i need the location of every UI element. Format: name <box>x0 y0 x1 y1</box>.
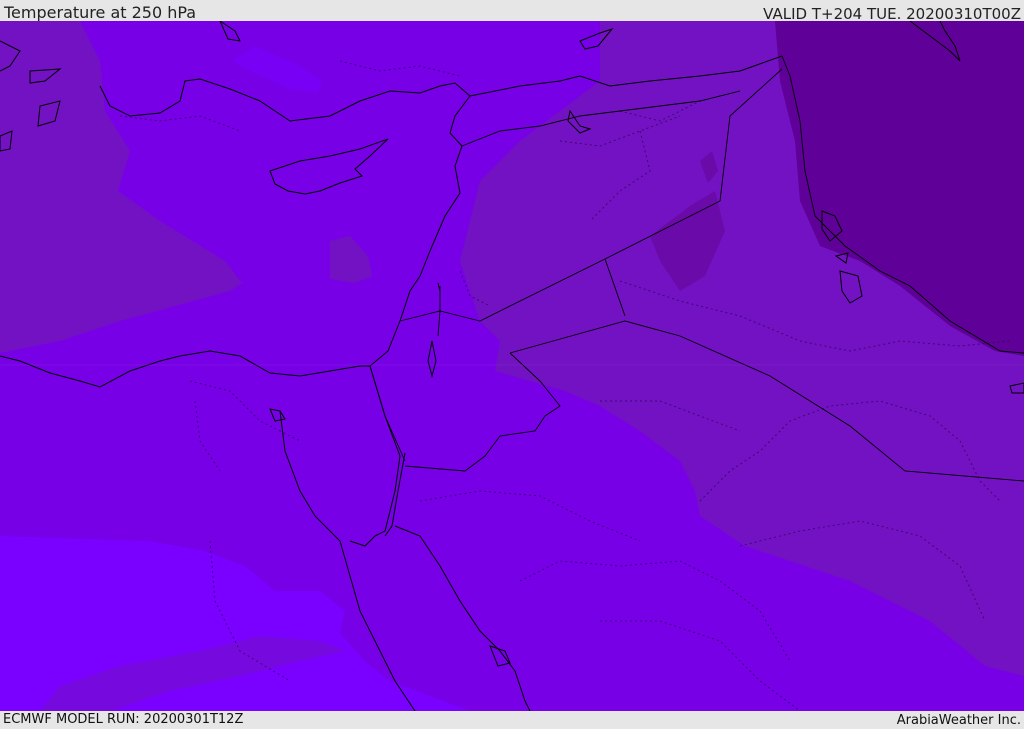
model-run: ECMWF MODEL RUN: 20200301T12Z <box>3 712 244 727</box>
credit: ArabiaWeather Inc. <box>896 713 1021 728</box>
map-title: Temperature at 250 hPa <box>4 3 197 22</box>
map-header: Temperature at 250 hPa VALID T+204 TUE. … <box>0 0 1024 23</box>
temperature-map <box>0 21 1024 711</box>
map-footer: ECMWF MODEL RUN: 20200301T12Z ArabiaWeat… <box>0 711 1024 729</box>
